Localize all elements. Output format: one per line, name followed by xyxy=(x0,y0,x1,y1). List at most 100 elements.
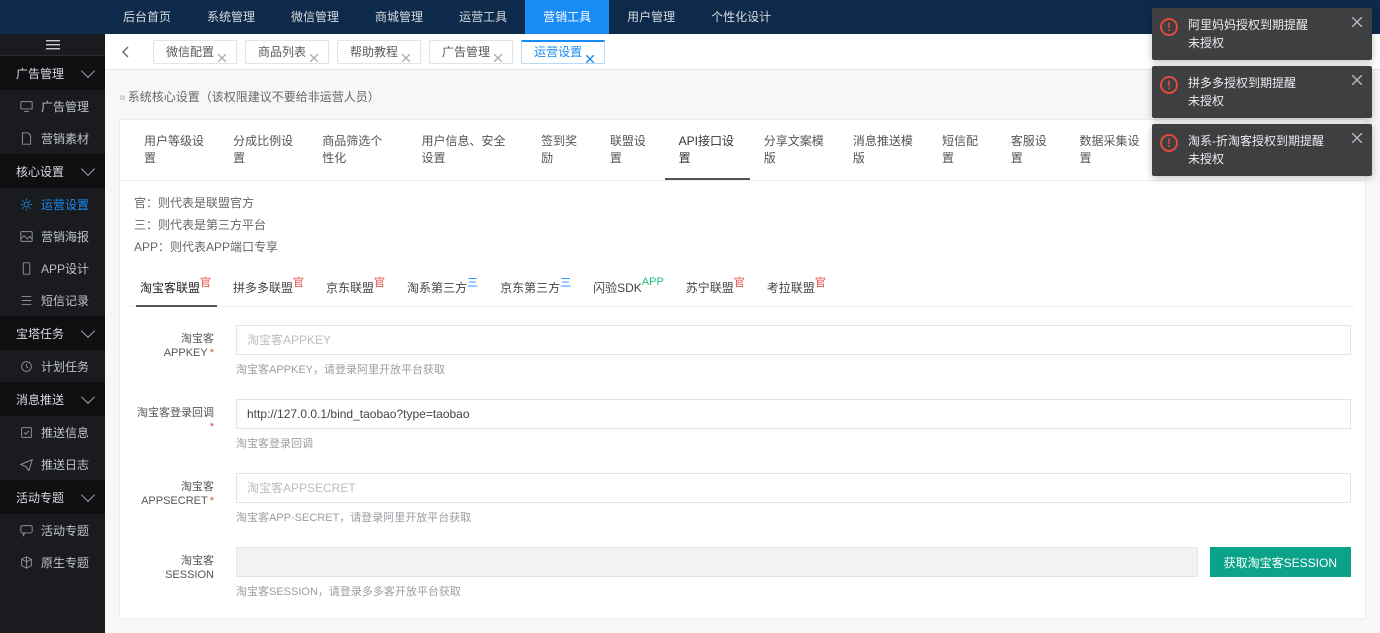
toast: ! 拼多多授权到期提醒 未授权 xyxy=(1152,66,1372,118)
toast-stack: ! 阿里妈妈授权到期提醒 未授权 ! 拼多多授权到期提醒 未授权 ! 淘系-折淘… xyxy=(1152,8,1372,176)
send-icon xyxy=(20,458,33,471)
sidebar-item-app-design[interactable]: APP设计 xyxy=(0,252,105,284)
sidebar-collapse-button[interactable] xyxy=(0,34,105,56)
close-icon[interactable] xyxy=(586,47,598,59)
sidebar-item-cron[interactable]: 计划任务 xyxy=(0,350,105,382)
close-icon[interactable] xyxy=(218,46,230,58)
alliance-tab-taobao[interactable]: 淘宝客联盟官 xyxy=(130,269,223,306)
page-tab[interactable]: 帮助教程 xyxy=(337,40,421,64)
hint-callback: 淘宝客登录回调 xyxy=(236,435,1351,451)
alliance-tab-jd[interactable]: 京东联盟官 xyxy=(316,269,397,306)
subtab[interactable]: 客服设置 xyxy=(997,120,1066,180)
monitor-icon xyxy=(20,100,33,113)
toast-close-button[interactable] xyxy=(1352,72,1366,86)
subtab[interactable]: 消息推送模版 xyxy=(839,120,928,180)
topnav-item[interactable]: 商城管理 xyxy=(357,0,441,34)
sidebar-item-operation-setting[interactable]: 运营设置 xyxy=(0,188,105,220)
subtab[interactable]: 用户信息、安全设置 xyxy=(408,120,528,180)
alliance-tabs: 淘宝客联盟官 拼多多联盟官 京东联盟官 淘系第三方三 京东第三方三 闪验SDKA… xyxy=(130,269,1355,307)
hint-secret: 淘宝客APP-SECRET，请登录阿里开放平台获取 xyxy=(236,509,1351,525)
file-icon xyxy=(20,132,33,145)
sidebar-item-poster[interactable]: 营销海报 xyxy=(0,220,105,252)
topnav-item[interactable]: 系统管理 xyxy=(189,0,273,34)
sidebar-item-native[interactable]: 原生专题 xyxy=(0,546,105,578)
alert-icon: ! xyxy=(1160,76,1178,94)
topnav-item[interactable]: 后台首页 xyxy=(105,0,189,34)
toast-body: 未授权 xyxy=(1188,150,1348,168)
input-secret[interactable] xyxy=(236,473,1351,503)
sidebar-group-head[interactable]: 核心设置 xyxy=(0,154,105,188)
cube-icon xyxy=(20,556,33,569)
close-icon[interactable] xyxy=(402,46,414,58)
sidebar-item-material[interactable]: 营销素材 xyxy=(0,122,105,154)
sidebar-item-ad-manage[interactable]: 广告管理 xyxy=(0,90,105,122)
get-session-button[interactable]: 获取淘宝客SESSION xyxy=(1210,547,1351,577)
page-tab[interactable]: 微信配置 xyxy=(153,40,237,64)
alliance-tab-tao3p[interactable]: 淘系第三方三 xyxy=(397,269,490,306)
close-icon[interactable] xyxy=(494,46,506,58)
alliance-tab-suning[interactable]: 苏宁联盟官 xyxy=(676,269,757,306)
chat-icon xyxy=(20,524,33,537)
subtab[interactable]: 商品筛选个性化 xyxy=(308,120,407,180)
chevron-down-icon xyxy=(81,488,95,502)
toast: ! 淘系-折淘客授权到期提醒 未授权 xyxy=(1152,124,1372,176)
chevron-down-icon xyxy=(81,162,95,176)
subtab[interactable]: 联盟设置 xyxy=(596,120,665,180)
topnav-item[interactable]: 运营工具 xyxy=(441,0,525,34)
page-tab[interactable]: 运营设置 xyxy=(521,40,605,64)
hint-appkey: 淘宝客APPKEY，请登录阿里开放平台获取 xyxy=(236,361,1351,377)
legend-notes: 官：则代表是联盟官方 三：则代表是第三方平台 APP：则代表APP端口专享 xyxy=(120,181,1365,263)
subtab[interactable]: 数据采集设置 xyxy=(1065,120,1154,180)
toast-title: 拼多多授权到期提醒 xyxy=(1188,74,1348,92)
tabbar-back-button[interactable] xyxy=(113,40,139,64)
hint-session: 淘宝客SESSION，请登录多多客开放平台获取 xyxy=(236,583,1351,599)
topnav-item[interactable]: 微信管理 xyxy=(273,0,357,34)
content-panel: 用户等级设置 分成比例设置 商品筛选个性化 用户信息、安全设置 签到奖励 联盟设… xyxy=(119,119,1366,619)
toast-close-button[interactable] xyxy=(1352,130,1366,144)
sidebar-group-head[interactable]: 广告管理 xyxy=(0,56,105,90)
toast-body: 未授权 xyxy=(1188,92,1348,110)
subtab[interactable]: 短信配置 xyxy=(928,120,997,180)
subtab[interactable]: 分享文案模版 xyxy=(750,120,839,180)
toast-close-button[interactable] xyxy=(1352,14,1366,28)
subtab[interactable]: 分成比例设置 xyxy=(219,120,308,180)
sidebar-item-sms-log[interactable]: 短信记录 xyxy=(0,284,105,316)
sidebar-group-head[interactable]: 活动专题 xyxy=(0,480,105,514)
list-icon xyxy=(20,294,33,307)
sidebar-item-push-info[interactable]: 推送信息 xyxy=(0,416,105,448)
toast-title: 阿里妈妈授权到期提醒 xyxy=(1188,16,1348,34)
clock-icon xyxy=(20,360,33,373)
input-session xyxy=(236,547,1198,577)
page-tab[interactable]: 广告管理 xyxy=(429,40,513,64)
check-icon xyxy=(20,426,33,439)
input-callback[interactable] xyxy=(236,399,1351,429)
sidebar-group-head[interactable]: 宝塔任务 xyxy=(0,316,105,350)
alliance-tab-kaola[interactable]: 考拉联盟官 xyxy=(757,269,838,306)
alert-icon: ! xyxy=(1160,134,1178,152)
gear-icon xyxy=(20,198,33,211)
toast-title: 淘系-折淘客授权到期提醒 xyxy=(1188,132,1348,150)
toast: ! 阿里妈妈授权到期提醒 未授权 xyxy=(1152,8,1372,60)
subtab[interactable]: 签到奖励 xyxy=(527,120,596,180)
subtab[interactable]: API接口设置 xyxy=(665,120,750,180)
phone-icon xyxy=(20,262,33,275)
topnav-item[interactable]: 个性化设计 xyxy=(693,0,789,34)
close-icon[interactable] xyxy=(310,46,322,58)
topnav-item[interactable]: 用户管理 xyxy=(609,0,693,34)
toast-body: 未授权 xyxy=(1188,34,1348,52)
topnav-item[interactable]: 营销工具 xyxy=(525,0,609,34)
sidebar-item-activity[interactable]: 活动专题 xyxy=(0,514,105,546)
subtab[interactable]: 用户等级设置 xyxy=(130,120,219,180)
alert-icon: ! xyxy=(1160,18,1178,36)
sidebar-item-push-log[interactable]: 推送日志 xyxy=(0,448,105,480)
chevron-down-icon xyxy=(81,64,95,78)
label-session: 淘宝客SESSION xyxy=(134,547,214,582)
input-appkey[interactable] xyxy=(236,325,1351,355)
alliance-tab-jd3p[interactable]: 京东第三方三 xyxy=(490,269,583,306)
alliance-tab-pdd[interactable]: 拼多多联盟官 xyxy=(223,269,316,306)
alliance-tab-shanyan[interactable]: 闪验SDKAPP xyxy=(583,269,676,306)
label-appkey: 淘宝客APPKEY* xyxy=(134,325,214,360)
image-icon xyxy=(20,230,33,243)
page-tab[interactable]: 商品列表 xyxy=(245,40,329,64)
sidebar-group-head[interactable]: 消息推送 xyxy=(0,382,105,416)
